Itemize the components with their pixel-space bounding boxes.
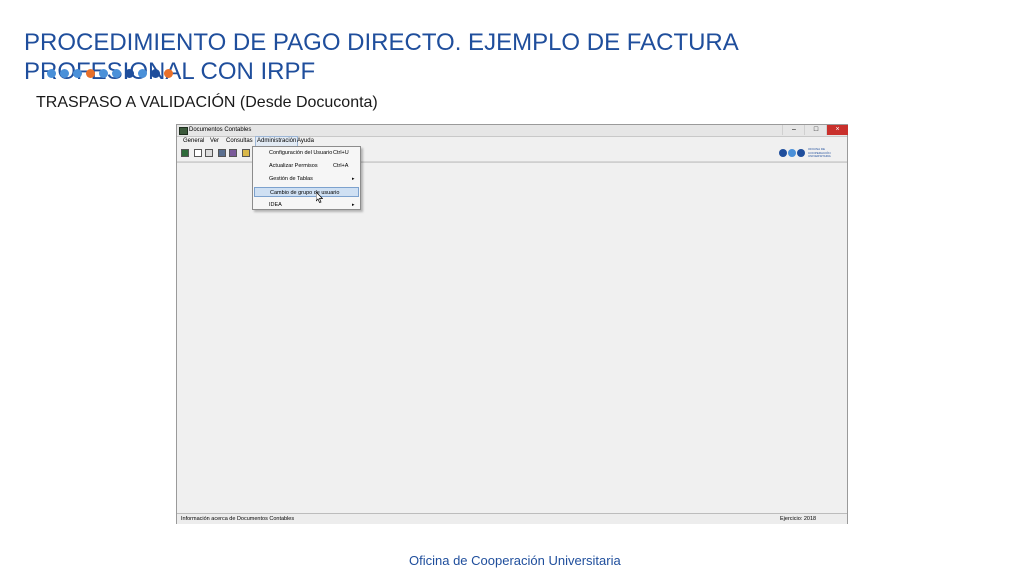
menu-item-label: Actualizar Permisos — [269, 163, 318, 169]
menu-ayuda[interactable]: Ayuda — [297, 137, 314, 146]
menu-general[interactable]: General — [183, 137, 204, 146]
menu-item-label: Configuración del Usuario — [269, 150, 333, 156]
menu-item-configuracion-usuario[interactable]: Configuración del Usuario Ctrl+U — [254, 148, 359, 158]
logo-circle — [788, 149, 796, 158]
decorative-dot — [86, 68, 95, 78]
documents-icon[interactable] — [205, 149, 213, 157]
decorative-dot — [112, 68, 121, 78]
maximize-button[interactable]: □ — [804, 125, 827, 135]
menu-item-idea[interactable]: IDEA ▸ — [254, 200, 359, 210]
decorative-dot — [99, 68, 108, 78]
submenu-arrow-icon: ▸ — [352, 176, 355, 182]
decorative-dots — [47, 68, 177, 78]
menu-item-label: Cambio de grupo de usuario — [270, 190, 340, 196]
decorative-dot — [138, 68, 147, 78]
ocu-logo: OFICINA DE COOPERACIÓN UNIVERSITARIA — [779, 147, 831, 159]
window-title: Documentos Contables — [189, 127, 252, 133]
close-button[interactable]: × — [826, 125, 848, 135]
decorative-dot — [47, 68, 56, 78]
save-icon[interactable] — [218, 149, 226, 157]
logo-circle — [797, 149, 805, 158]
key-icon[interactable] — [242, 149, 250, 157]
decorative-dot — [125, 68, 134, 78]
menu-item-label: IDEA — [269, 202, 282, 208]
status-year: Ejercicio: 2018 — [780, 516, 817, 522]
menu-item-actualizar-permisos[interactable]: Actualizar Permisos Ctrl+A — [254, 161, 359, 171]
users-icon[interactable] — [181, 149, 189, 157]
menu-ver[interactable]: Ver — [210, 137, 219, 146]
menu-item-shortcut: Ctrl+U — [333, 150, 349, 156]
slide-subtitle: TRASPASO A VALIDACIÓN (Desde Docuconta) — [36, 94, 378, 111]
decorative-dot — [60, 68, 69, 78]
statusbar: Información acerca de Documentos Contabl… — [177, 513, 847, 524]
footer-organization: Oficina de Cooperación Universitaria — [409, 553, 621, 568]
decorative-dot — [151, 68, 160, 78]
menu-item-cambio-grupo-usuario[interactable]: Cambio de grupo de usuario — [254, 187, 359, 197]
logo-circle — [779, 149, 787, 158]
menubar: General Ver Consultas Administración Ayu… — [177, 136, 847, 147]
mouse-cursor-icon — [316, 192, 323, 203]
administracion-dropdown-menu: Configuración del Usuario Ctrl+U Actuali… — [252, 146, 361, 210]
app-icon — [179, 127, 188, 135]
status-info: Información acerca de Documentos Contabl… — [181, 516, 295, 522]
minimize-button[interactable]: – — [782, 125, 805, 135]
submenu-arrow-icon: ▸ — [352, 202, 355, 208]
new-document-icon[interactable] — [194, 149, 202, 157]
logo-text: OFICINA DE COOPERACIÓN UNIVERSITARIA — [808, 147, 831, 158]
menu-item-gestion-tablas[interactable]: Gestión de Tablas ▸ — [254, 174, 359, 184]
menu-item-shortcut: Ctrl+A — [333, 163, 349, 169]
decorative-dot — [164, 68, 173, 78]
main-workspace — [177, 162, 847, 512]
decorative-dot — [73, 68, 82, 78]
menu-item-label: Gestión de Tablas — [269, 176, 313, 182]
menu-consultas[interactable]: Consultas — [226, 137, 253, 146]
app-window: Documentos Contables – □ × General Ver C… — [176, 124, 848, 524]
report-icon[interactable] — [229, 149, 237, 157]
